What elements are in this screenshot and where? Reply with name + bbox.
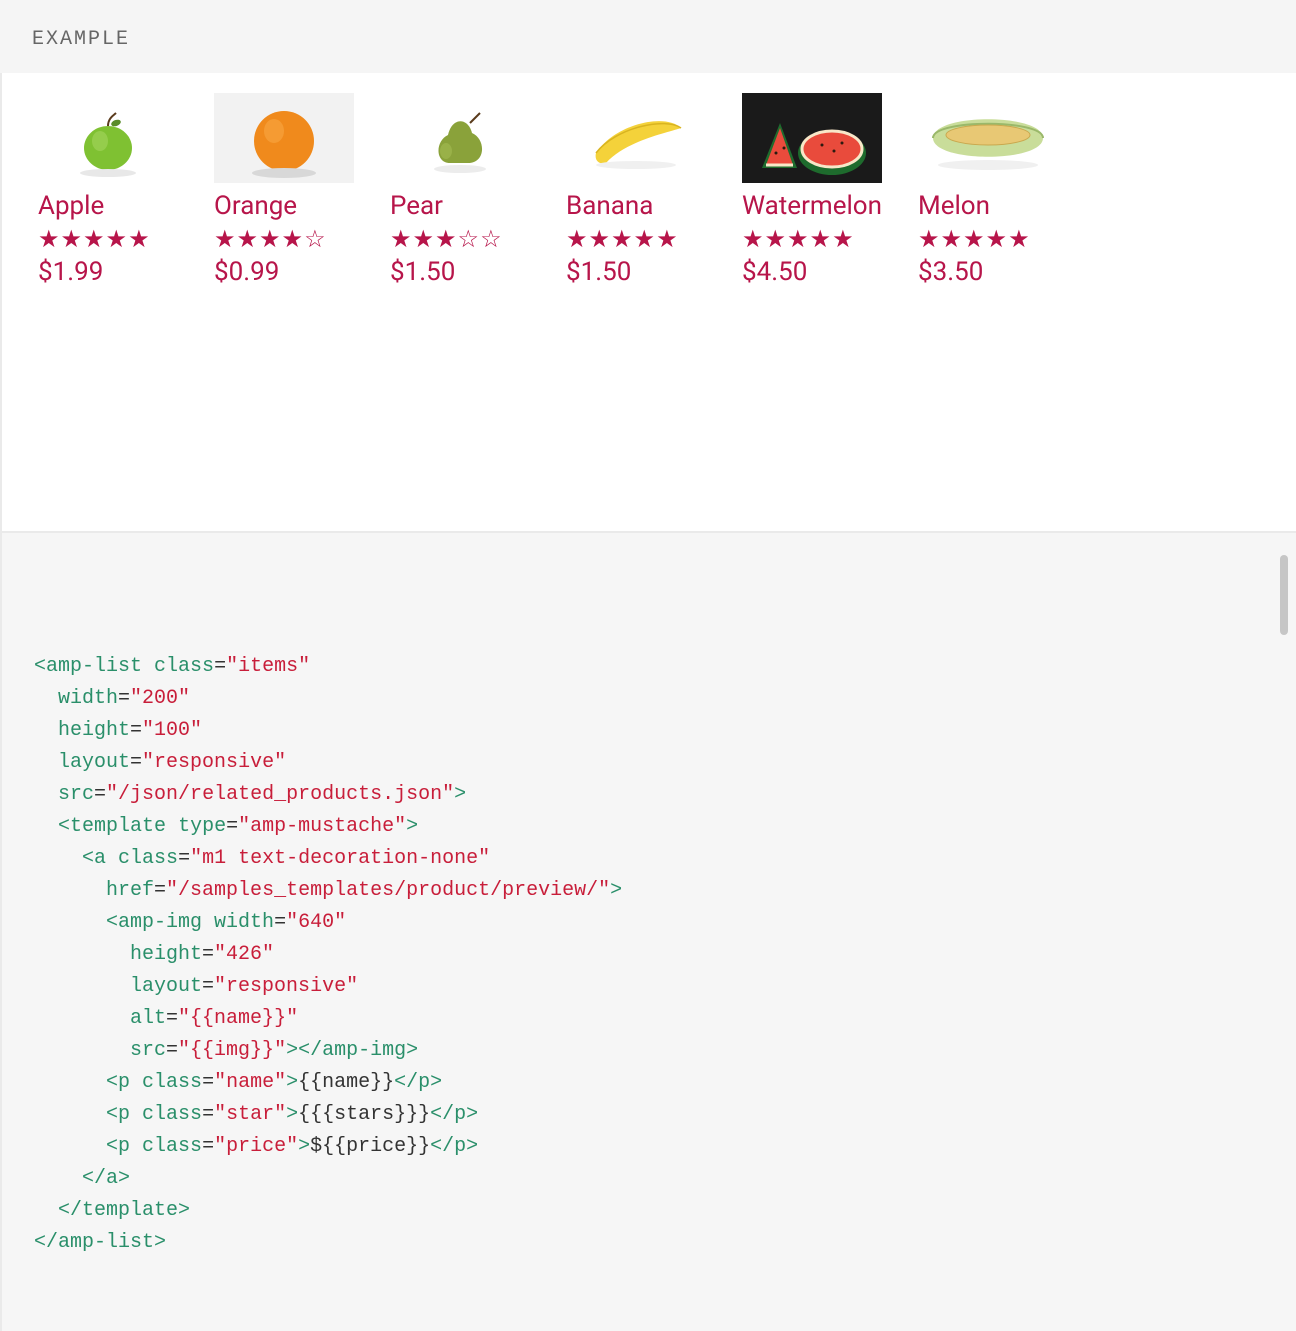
product-image-pear: [390, 93, 530, 183]
product-name: Banana: [566, 191, 653, 221]
product-price: $1.50: [390, 257, 455, 287]
product-card-melon[interactable]: Melon ★★★★★ $3.50: [918, 93, 1058, 491]
product-stars: ★★★★★: [918, 225, 1031, 253]
product-card-banana[interactable]: Banana ★★★★★ $1.50: [566, 93, 706, 491]
product-stars: ★★★★★: [742, 225, 855, 253]
product-stars: ★★★★☆: [214, 225, 327, 253]
products-row: Apple ★★★★★ $1.99 Orange ★★★★☆ $0.99: [0, 73, 1296, 533]
product-card-pear[interactable]: Pear ★★★☆☆ $1.50: [390, 93, 530, 491]
product-price: $3.50: [918, 257, 983, 287]
product-image-apple: [38, 93, 178, 183]
product-name: Pear: [390, 191, 443, 221]
product-card-watermelon[interactable]: Watermelon ★★★★★ $4.50: [742, 93, 882, 491]
product-stars: ★★★★★: [38, 225, 151, 253]
product-stars: ★★★★★: [566, 225, 679, 253]
product-name: Melon: [918, 191, 990, 221]
product-image-orange: [214, 93, 354, 183]
code-block: <amp-list class="items" width="200" heig…: [0, 533, 1296, 1331]
product-name: Orange: [214, 191, 297, 221]
product-price: $0.99: [214, 257, 279, 287]
code-content: <amp-list class="items" width="200" heig…: [34, 651, 1264, 1259]
product-image-melon: [918, 93, 1058, 183]
example-label: EXAMPLE: [32, 28, 130, 51]
product-image-watermelon: [742, 93, 882, 183]
product-name: Watermelon: [742, 191, 882, 221]
product-card-orange[interactable]: Orange ★★★★☆ $0.99: [214, 93, 354, 491]
product-image-banana: [566, 93, 706, 183]
product-price: $1.50: [566, 257, 631, 287]
product-stars: ★★★☆☆: [390, 225, 503, 253]
product-price: $4.50: [742, 257, 807, 287]
product-name: Apple: [38, 191, 104, 221]
example-header: EXAMPLE: [0, 0, 1296, 73]
product-card-apple[interactable]: Apple ★★★★★ $1.99: [38, 93, 178, 491]
product-price: $1.99: [38, 257, 103, 287]
scrollbar[interactable]: [1280, 555, 1288, 635]
